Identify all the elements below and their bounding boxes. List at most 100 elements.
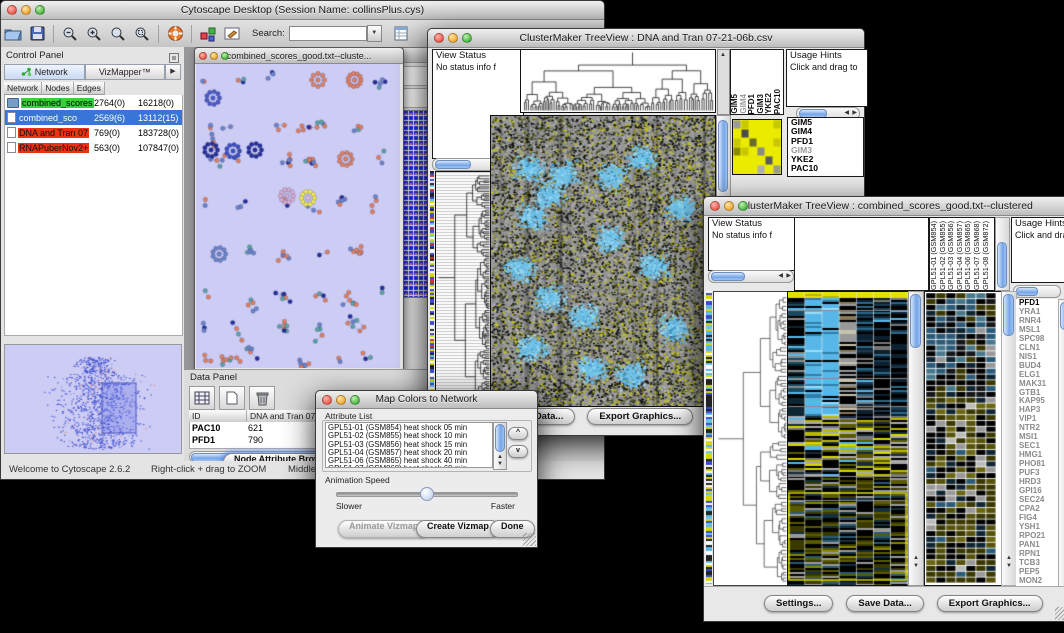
usage-hints-box: Usage HintsClick and drag to xyxy=(786,49,868,107)
minimize-button[interactable] xyxy=(210,52,218,60)
network-view-title: combined_scores_good.txt--cluste... xyxy=(213,51,385,61)
minimize-button[interactable] xyxy=(724,201,734,211)
attribute-list-scrollbar[interactable]: ▲▼ xyxy=(493,422,507,470)
view-status-box: View StatusNo status info f xyxy=(708,217,798,271)
gene-list: GIM5GIM4PFD1GIM3YKE2PAC10 xyxy=(787,117,864,177)
network-canvas[interactable] xyxy=(196,64,400,368)
search-label: Search: xyxy=(252,28,285,39)
plugins-icon[interactable] xyxy=(196,23,220,45)
view-status-scrollbar[interactable]: ◀▶ xyxy=(708,270,794,283)
desktop: Cytoscape Desktop (Session Name: collins… xyxy=(0,0,1064,633)
speed-slider-thumb[interactable] xyxy=(420,487,434,501)
usage-hints-scrollbar[interactable] xyxy=(1013,285,1061,298)
move-up-button[interactable]: ^ xyxy=(508,427,528,440)
help-icon[interactable] xyxy=(163,23,187,45)
usage-hints-box: Usage HintsClick and drag to xyxy=(1011,217,1064,283)
treeview-button[interactable]: Export Graphics... xyxy=(937,595,1043,612)
minimize-button[interactable] xyxy=(448,33,458,43)
attribute-grid-icon[interactable] xyxy=(189,386,215,410)
minimize-button[interactable] xyxy=(21,5,31,15)
tab-vizmapper[interactable]: VizMapper™ xyxy=(85,64,166,80)
treeview1-title: ClusterMaker TreeView : DNA and Tran 07-… xyxy=(446,32,846,44)
zoom-button[interactable] xyxy=(35,5,45,15)
zoom-button[interactable] xyxy=(350,395,360,405)
zoom-vscrollbar[interactable]: ▲▼ xyxy=(1001,291,1017,586)
network-type-icon xyxy=(7,112,16,123)
treeview-button[interactable]: Export Graphics... xyxy=(587,408,693,425)
labels-vscrollbar[interactable] xyxy=(995,217,1010,291)
column-labels: GIM5GIM4PFD1GIM3YKE2PAC10 xyxy=(730,49,784,115)
treeview2-window: ClusterMaker TreeView : combined_scores_… xyxy=(703,196,1064,622)
main-titlebar[interactable]: Cytoscape Desktop (Session Name: collins… xyxy=(1,1,604,20)
zoomed-heatmap-canvas[interactable] xyxy=(926,293,996,583)
treeview1-titlebar[interactable]: ClusterMaker TreeView : DNA and Tran 07-… xyxy=(428,29,864,48)
column-header[interactable]: Nodes xyxy=(42,82,74,95)
dialog-titlebar[interactable]: Map Colors to Network xyxy=(316,391,537,409)
search-dropdown-arrow[interactable]: ▼ xyxy=(367,25,382,42)
row-color-strip xyxy=(430,171,434,405)
annotation-icon[interactable] xyxy=(220,23,244,45)
treeview-button[interactable]: Save Data... xyxy=(846,595,923,612)
network-overview-thumbnail[interactable] xyxy=(4,344,182,454)
treeview-button[interactable]: Settings... xyxy=(764,595,833,612)
column-header[interactable]: Edges xyxy=(74,82,105,95)
dendrogram-corner: ▲ xyxy=(717,49,730,115)
search-input[interactable] xyxy=(289,26,367,41)
gene-label[interactable]: MON2 xyxy=(1019,577,1059,586)
zoom-button[interactable] xyxy=(221,52,229,60)
minimize-button[interactable] xyxy=(336,395,346,405)
attribute-browser-icon[interactable] xyxy=(390,23,414,45)
row-dendrogram[interactable] xyxy=(713,291,789,586)
network-list-row[interactable]: combined_sco 2569(6) 13112(15) xyxy=(5,110,182,125)
zoom-button[interactable] xyxy=(462,33,472,43)
zoom-fit-icon[interactable] xyxy=(106,23,130,45)
create-vizmap-button[interactable]: Create Vizmap xyxy=(416,520,500,538)
heatmap-canvas[interactable] xyxy=(490,115,716,407)
column-label[interactable]: PAC10 xyxy=(774,89,783,114)
zoom-in-icon[interactable] xyxy=(82,23,106,45)
zoom-selected-icon[interactable] xyxy=(130,23,154,45)
row-color-strip xyxy=(706,291,712,584)
network-list-row[interactable]: combined_scores 2764(0) 16218(0) xyxy=(5,95,182,110)
gene-list: PFD1YRA1RNR4MSL1SPC98CLN1NIS1BUD4ELG1MAK… xyxy=(1016,299,1059,586)
close-button[interactable] xyxy=(322,395,332,405)
network-list-row[interactable]: DNA and Tran 07 769(0) 183728(0) xyxy=(5,125,182,140)
control-panel: Control Panel Network VizMapper™ ▶ Netwo… xyxy=(1,47,185,461)
column-dendrogram[interactable] xyxy=(520,49,716,113)
attribute-item[interactable]: GPL51-07 (GSM868) heat shock 60 min xyxy=(328,465,492,468)
treeview2-titlebar[interactable]: ClusterMaker TreeView : combined_scores_… xyxy=(704,197,1064,216)
delete-attribute-icon[interactable] xyxy=(249,386,275,410)
zoom-out-icon[interactable] xyxy=(58,23,82,45)
column-label[interactable]: GPL51-08 (GSM872) xyxy=(982,221,991,290)
heatmap-canvas[interactable] xyxy=(787,291,909,586)
map-colors-dialog: Map Colors to Network Attribute List GPL… xyxy=(315,390,538,548)
network-list-row[interactable]: RNAPuberNov2+ 563(0) 107847(0) xyxy=(5,140,182,155)
network-view-titlebar[interactable]: combined_scores_good.txt--cluste... xyxy=(195,48,403,64)
resize-grip[interactable] xyxy=(1055,607,1064,620)
correlation-matrix[interactable] xyxy=(732,119,782,175)
treeview2-title: ClusterMaker TreeView : combined_scores_… xyxy=(722,200,1051,212)
close-button[interactable] xyxy=(199,52,207,60)
close-button[interactable] xyxy=(710,201,720,211)
close-button[interactable] xyxy=(7,5,17,15)
move-down-button[interactable]: v xyxy=(508,445,528,458)
network-list: combined_scores 2764(0) 16218(0) combine… xyxy=(4,95,183,336)
tab-overflow-arrow[interactable]: ▶ xyxy=(165,64,181,80)
tab-network[interactable]: Network xyxy=(4,64,85,80)
open-file-icon[interactable] xyxy=(1,23,25,45)
save-icon[interactable] xyxy=(25,23,49,45)
close-button[interactable] xyxy=(434,33,444,43)
genelist-vscrollbar[interactable] xyxy=(1058,299,1064,588)
new-attribute-icon[interactable] xyxy=(219,386,245,410)
control-panel-title: Control Panel xyxy=(6,50,64,61)
zoom-button[interactable] xyxy=(738,201,748,211)
main-window-title: Cytoscape Desktop (Session Name: collins… xyxy=(19,4,586,16)
network-type-icon xyxy=(7,142,16,153)
row-dendrogram[interactable] xyxy=(435,171,492,405)
column-header[interactable]: Network xyxy=(4,82,42,95)
heatmap-vscrollbar[interactable]: ▲▼ xyxy=(908,291,924,586)
gene-label[interactable]: PAC10 xyxy=(791,164,863,173)
slower-label: Slower xyxy=(336,501,362,511)
network-tab-icon xyxy=(21,67,32,77)
resize-grip[interactable] xyxy=(523,533,536,546)
